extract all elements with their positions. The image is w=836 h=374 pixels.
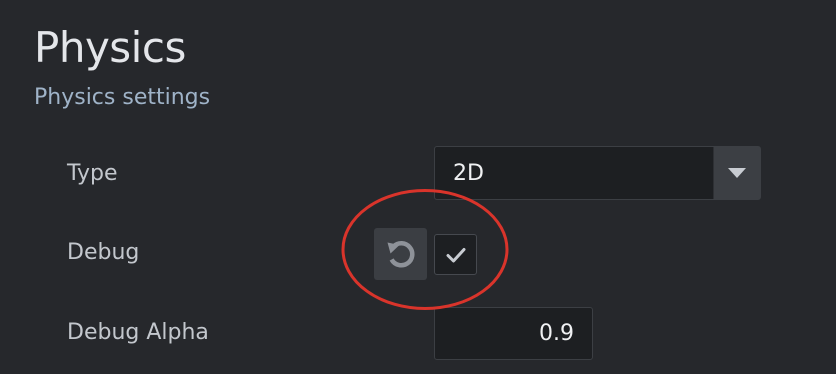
debug-alpha-label: Debug Alpha — [67, 320, 209, 345]
type-select[interactable]: 2D — [434, 146, 761, 200]
type-label: Type — [67, 161, 118, 186]
debug-label: Debug — [67, 240, 140, 265]
chevron-down-icon — [728, 168, 746, 178]
page-subtitle: Physics settings — [34, 85, 211, 110]
debug-alpha-input[interactable] — [434, 307, 593, 360]
type-select-value: 2D — [453, 161, 484, 186]
reset-button[interactable] — [374, 228, 427, 280]
physics-settings-panel: Physics Physics settings Type 2D Debug D… — [0, 0, 836, 374]
reset-icon — [387, 241, 414, 268]
dropdown-button[interactable] — [713, 147, 760, 199]
page-title: Physics — [34, 23, 186, 72]
checkmark-icon — [446, 247, 465, 262]
debug-checkbox[interactable] — [434, 234, 477, 275]
